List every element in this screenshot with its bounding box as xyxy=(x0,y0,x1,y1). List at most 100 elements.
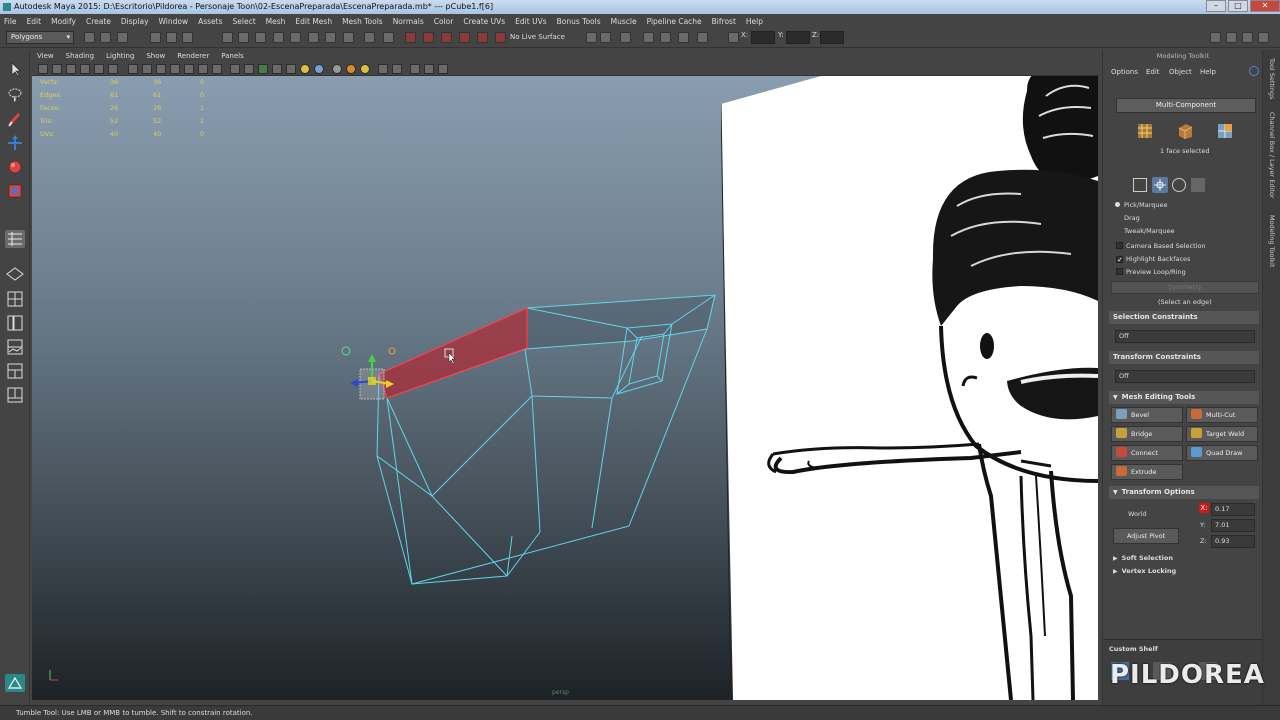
isolate-select-icon[interactable] xyxy=(378,64,388,74)
menu-bonus-tools[interactable]: Bonus Tools xyxy=(557,17,601,26)
wireframe-on-shaded-icon[interactable] xyxy=(258,64,268,74)
gate-mask-icon[interactable] xyxy=(170,64,180,74)
make-live-icon[interactable] xyxy=(495,32,506,43)
tweak-marquee-option[interactable]: Tweak/Marquee xyxy=(1124,227,1175,235)
grid-icon[interactable] xyxy=(128,64,138,74)
bridge-button[interactable]: Bridge xyxy=(1111,426,1183,442)
vertex-mode-icon[interactable] xyxy=(1136,122,1154,140)
menu-set-dropdown[interactable]: Polygons xyxy=(6,31,74,44)
minimize-button[interactable]: – xyxy=(1206,0,1226,12)
toolkit-menu-help[interactable]: Help xyxy=(1200,68,1216,76)
screen-space-ao-icon[interactable] xyxy=(314,64,324,74)
paint-select-tool-icon[interactable] xyxy=(5,110,25,128)
layout-hypershade-icon[interactable] xyxy=(5,362,25,380)
scale-tool-icon[interactable] xyxy=(5,182,25,200)
camera-based-selection-checkbox[interactable]: Camera Based Selection xyxy=(1116,242,1206,250)
transform-x-input[interactable]: 0.17 xyxy=(1211,503,1255,516)
soft-selection-header[interactable]: ▶ Soft Selection xyxy=(1113,554,1173,562)
mask-uv-icon[interactable] xyxy=(273,32,284,43)
panel-menu-lighting[interactable]: Lighting xyxy=(106,52,134,60)
lock-selection-icon[interactable] xyxy=(364,32,375,43)
quad-draw-button[interactable]: Quad Draw xyxy=(1186,445,1258,461)
save-scene-icon[interactable] xyxy=(117,32,128,43)
menu-bifrost[interactable]: Bifrost xyxy=(712,17,736,26)
menu-modify[interactable]: Modify xyxy=(51,17,76,26)
toggle-layout-icon-2[interactable] xyxy=(1226,32,1237,43)
adjust-pivot-button[interactable]: Adjust Pivot xyxy=(1113,528,1179,544)
persp-viewport[interactable]: Verts: 36 36 0 Edges: 61 61 0 Faces: 26 26 1 Tris… xyxy=(32,76,1098,700)
menu-mesh[interactable]: Mesh xyxy=(266,17,286,26)
menu-edit[interactable]: Edit xyxy=(27,17,42,26)
snap-view-icon[interactable] xyxy=(459,32,470,43)
lasso-tool-icon[interactable] xyxy=(5,86,25,104)
input-connections-icon[interactable] xyxy=(586,32,597,43)
menu-assets[interactable]: Assets xyxy=(198,17,222,26)
toggle-layout-icon-3[interactable] xyxy=(1242,32,1253,43)
snap-curve-icon[interactable] xyxy=(423,32,434,43)
maya-home-icon[interactable] xyxy=(5,674,25,692)
toggle-layout-icon-1[interactable] xyxy=(1210,32,1221,43)
highlight-backfaces-checkbox[interactable]: ✓ Highlight Backfaces xyxy=(1116,255,1190,264)
menu-mesh-tools[interactable]: Mesh Tools xyxy=(342,17,383,26)
mask-edge-icon[interactable] xyxy=(238,32,249,43)
panel-menu-show[interactable]: Show xyxy=(146,52,165,60)
depth-of-field-icon[interactable] xyxy=(360,64,370,74)
menu-normals[interactable]: Normals xyxy=(393,17,424,26)
z-input[interactable] xyxy=(820,31,844,44)
snap-surface-icon[interactable] xyxy=(477,32,488,43)
drag-option[interactable]: Drag xyxy=(1124,214,1140,222)
transform-y-input[interactable]: 7.01 xyxy=(1211,519,1255,532)
textured-icon[interactable] xyxy=(272,64,282,74)
reference-image-plane[interactable] xyxy=(721,76,1098,700)
drag-mode-icon[interactable] xyxy=(1152,177,1168,193)
pivot-orient-handle[interactable] xyxy=(388,347,396,355)
bevel-button[interactable]: Bevel xyxy=(1111,407,1183,423)
panel-menu-renderer[interactable]: Renderer xyxy=(177,52,209,60)
maximize-button[interactable]: □ xyxy=(1228,0,1248,12)
smooth-shade-icon[interactable] xyxy=(244,64,254,74)
preview-loop-checkbox[interactable]: Preview Loop/Ring xyxy=(1116,268,1186,276)
layout-four-icon[interactable] xyxy=(5,290,25,308)
transform-constraints-header[interactable]: Transform Constraints xyxy=(1109,351,1259,364)
pivot-handle[interactable] xyxy=(341,346,351,356)
output-connections-icon[interactable] xyxy=(600,32,611,43)
menu-create[interactable]: Create xyxy=(86,17,111,26)
last-tool-icon[interactable] xyxy=(5,230,25,248)
mask-misc-icon[interactable] xyxy=(290,32,301,43)
panel-menu-panels[interactable]: Panels xyxy=(221,52,244,60)
2d-pan-zoom-icon[interactable] xyxy=(94,64,104,74)
mask-vertex-icon[interactable] xyxy=(222,32,233,43)
pick-marquee-option[interactable]: Pick/Marquee xyxy=(1115,201,1168,209)
render-current-icon[interactable] xyxy=(660,32,671,43)
toolkit-menu-options[interactable]: Options xyxy=(1111,68,1138,76)
field-chart-icon[interactable] xyxy=(184,64,194,74)
mask-help-icon[interactable] xyxy=(343,32,354,43)
xray-joints-icon[interactable] xyxy=(410,64,420,74)
select-hierarchy-icon[interactable] xyxy=(150,32,161,43)
selection-constraints-dropdown[interactable]: Off xyxy=(1115,330,1255,343)
close-button[interactable]: ✕ xyxy=(1250,0,1280,12)
symmetry-button[interactable]: Symmetry xyxy=(1111,281,1259,294)
multi-component-button[interactable]: Multi-Component xyxy=(1116,98,1256,113)
toolkit-toggle-icon[interactable] xyxy=(1249,66,1259,76)
connect-button[interactable]: Connect xyxy=(1111,445,1183,461)
menu-file[interactable]: File xyxy=(4,17,17,26)
select-tool-icon[interactable] xyxy=(5,60,25,78)
toggle-layout-icon-4[interactable] xyxy=(1258,32,1269,43)
render-view-icon[interactable] xyxy=(643,32,654,43)
safe-title-icon[interactable] xyxy=(212,64,222,74)
menu-display[interactable]: Display xyxy=(121,17,149,26)
edge-mode-icon[interactable] xyxy=(1176,122,1194,140)
input-mode-icon[interactable] xyxy=(728,32,739,43)
layout-outliner-icon[interactable] xyxy=(5,314,25,332)
selection-constraints-header[interactable]: Selection Constraints xyxy=(1109,311,1259,324)
face-mode-icon[interactable] xyxy=(1216,122,1234,140)
image-plane-icon[interactable] xyxy=(80,64,90,74)
select-camera-icon[interactable] xyxy=(38,64,48,74)
layout-graph-icon[interactable] xyxy=(5,338,25,356)
grease-pencil-icon[interactable] xyxy=(108,64,118,74)
render-settings-icon[interactable] xyxy=(697,32,708,43)
xray-icon[interactable] xyxy=(392,64,402,74)
multi-cut-button[interactable]: Multi-Cut xyxy=(1186,407,1258,423)
menu-pipeline-cache[interactable]: Pipeline Cache xyxy=(647,17,702,26)
